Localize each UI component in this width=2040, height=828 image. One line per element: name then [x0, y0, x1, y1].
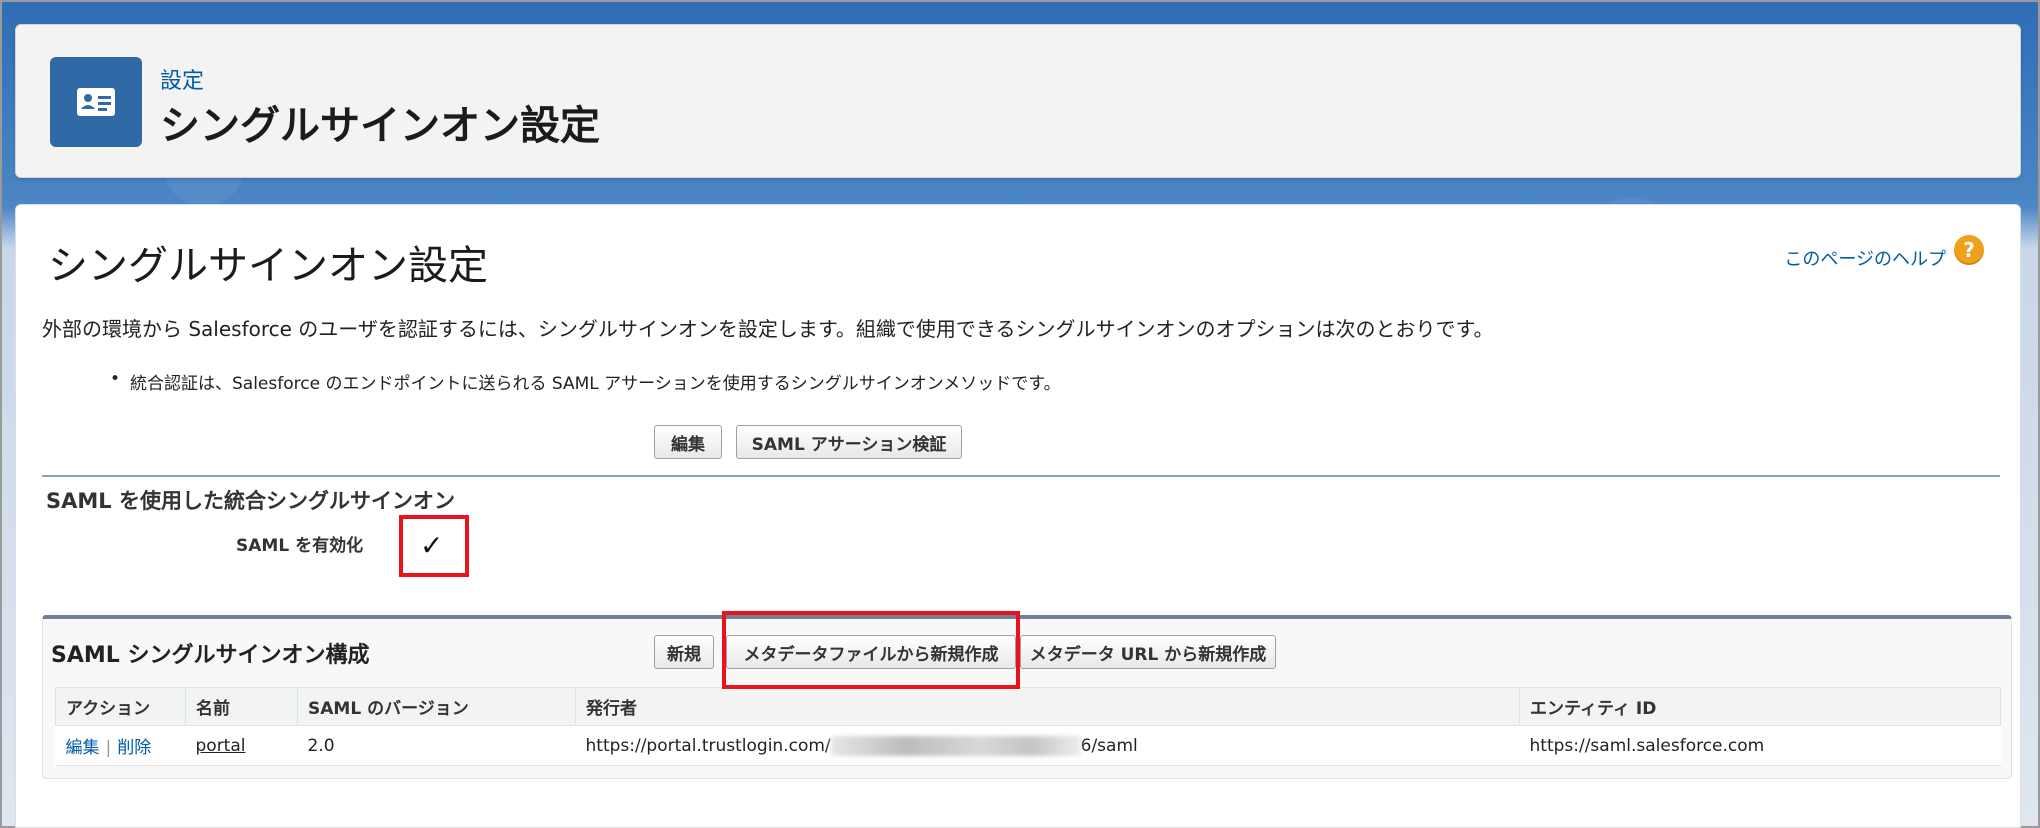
row-name-cell: portal: [185, 725, 298, 766]
saml-config-title: SAML シングルサインオン構成: [51, 643, 370, 668]
bullet-federated-auth: 統合認証は、Salesforce のエンドポイントに送られる SAML アサーシ…: [110, 369, 1061, 394]
column-header-saml-version: SAML のバージョン: [297, 687, 576, 726]
row-actions-cell: 編集 | 削除: [55, 725, 186, 766]
intro-text: 外部の環境から Salesforce のユーザを認証するには、シングルサインオン…: [42, 317, 1494, 341]
page-header-title: シングルサインオン設定: [160, 103, 600, 149]
saml-assertion-validate-button[interactable]: SAML アサーション検証: [736, 425, 962, 459]
new-from-metadata-url-button[interactable]: メタデータ URL から新規作成: [1020, 635, 1276, 669]
table-row: 編集 | 削除 portal 2.0 https://portal.trustlog…: [55, 725, 2001, 766]
redacted-blur: [830, 735, 1081, 756]
row-entity-id-cell: https://saml.salesforce.com: [1519, 725, 2001, 766]
breadcrumb-setup[interactable]: 設定: [160, 63, 204, 95]
saml-enabled-checkmark-icon: ✓: [420, 529, 444, 562]
saml-section-title: SAML を使用した統合シングルサインオン: [46, 489, 455, 513]
contact-card-icon: [50, 57, 142, 147]
issuer-suffix: 6/saml: [1080, 735, 1138, 756]
saml-enabled-label: SAML を有効化: [236, 536, 364, 556]
new-config-button[interactable]: 新規: [654, 635, 714, 669]
edit-button[interactable]: 編集: [654, 425, 722, 459]
new-from-metadata-file-button[interactable]: メタデータファイルから新規作成: [726, 635, 1016, 669]
column-header-issuer: 発行者: [575, 687, 1520, 726]
column-header-name: 名前: [185, 687, 298, 726]
main-content: シングルサインオン設定 このページのヘルプ ? 外部の環境から Salesfor…: [15, 204, 2021, 828]
row-version-cell: 2.0: [297, 725, 576, 766]
row-edit-link[interactable]: 編集: [66, 738, 100, 758]
help-link[interactable]: このページのヘルプ: [1784, 245, 1946, 271]
help-icon[interactable]: ?: [1954, 235, 1984, 265]
row-issuer-cell: https://portal.trustlogin.com/6/saml: [575, 725, 1520, 766]
column-header-entity-id: エンティティ ID: [1519, 687, 2001, 726]
saml-config-table: アクション 名前 SAML のバージョン 発行者 エンティティ ID 編集 | 削除…: [55, 687, 2001, 766]
row-name-link[interactable]: portal: [196, 736, 246, 756]
row-delete-link[interactable]: 削除: [117, 738, 151, 758]
page-title: シングルサインオン設定: [48, 243, 488, 289]
issuer-prefix: https://portal.trustlogin.com/: [585, 735, 831, 756]
section-divider: [42, 475, 2000, 477]
page-header: 設定 シングルサインオン設定: [15, 24, 2021, 178]
action-separator: |: [105, 738, 112, 758]
table-header-row: アクション 名前 SAML のバージョン 発行者 エンティティ ID: [55, 687, 2001, 726]
column-header-action: アクション: [55, 687, 186, 726]
